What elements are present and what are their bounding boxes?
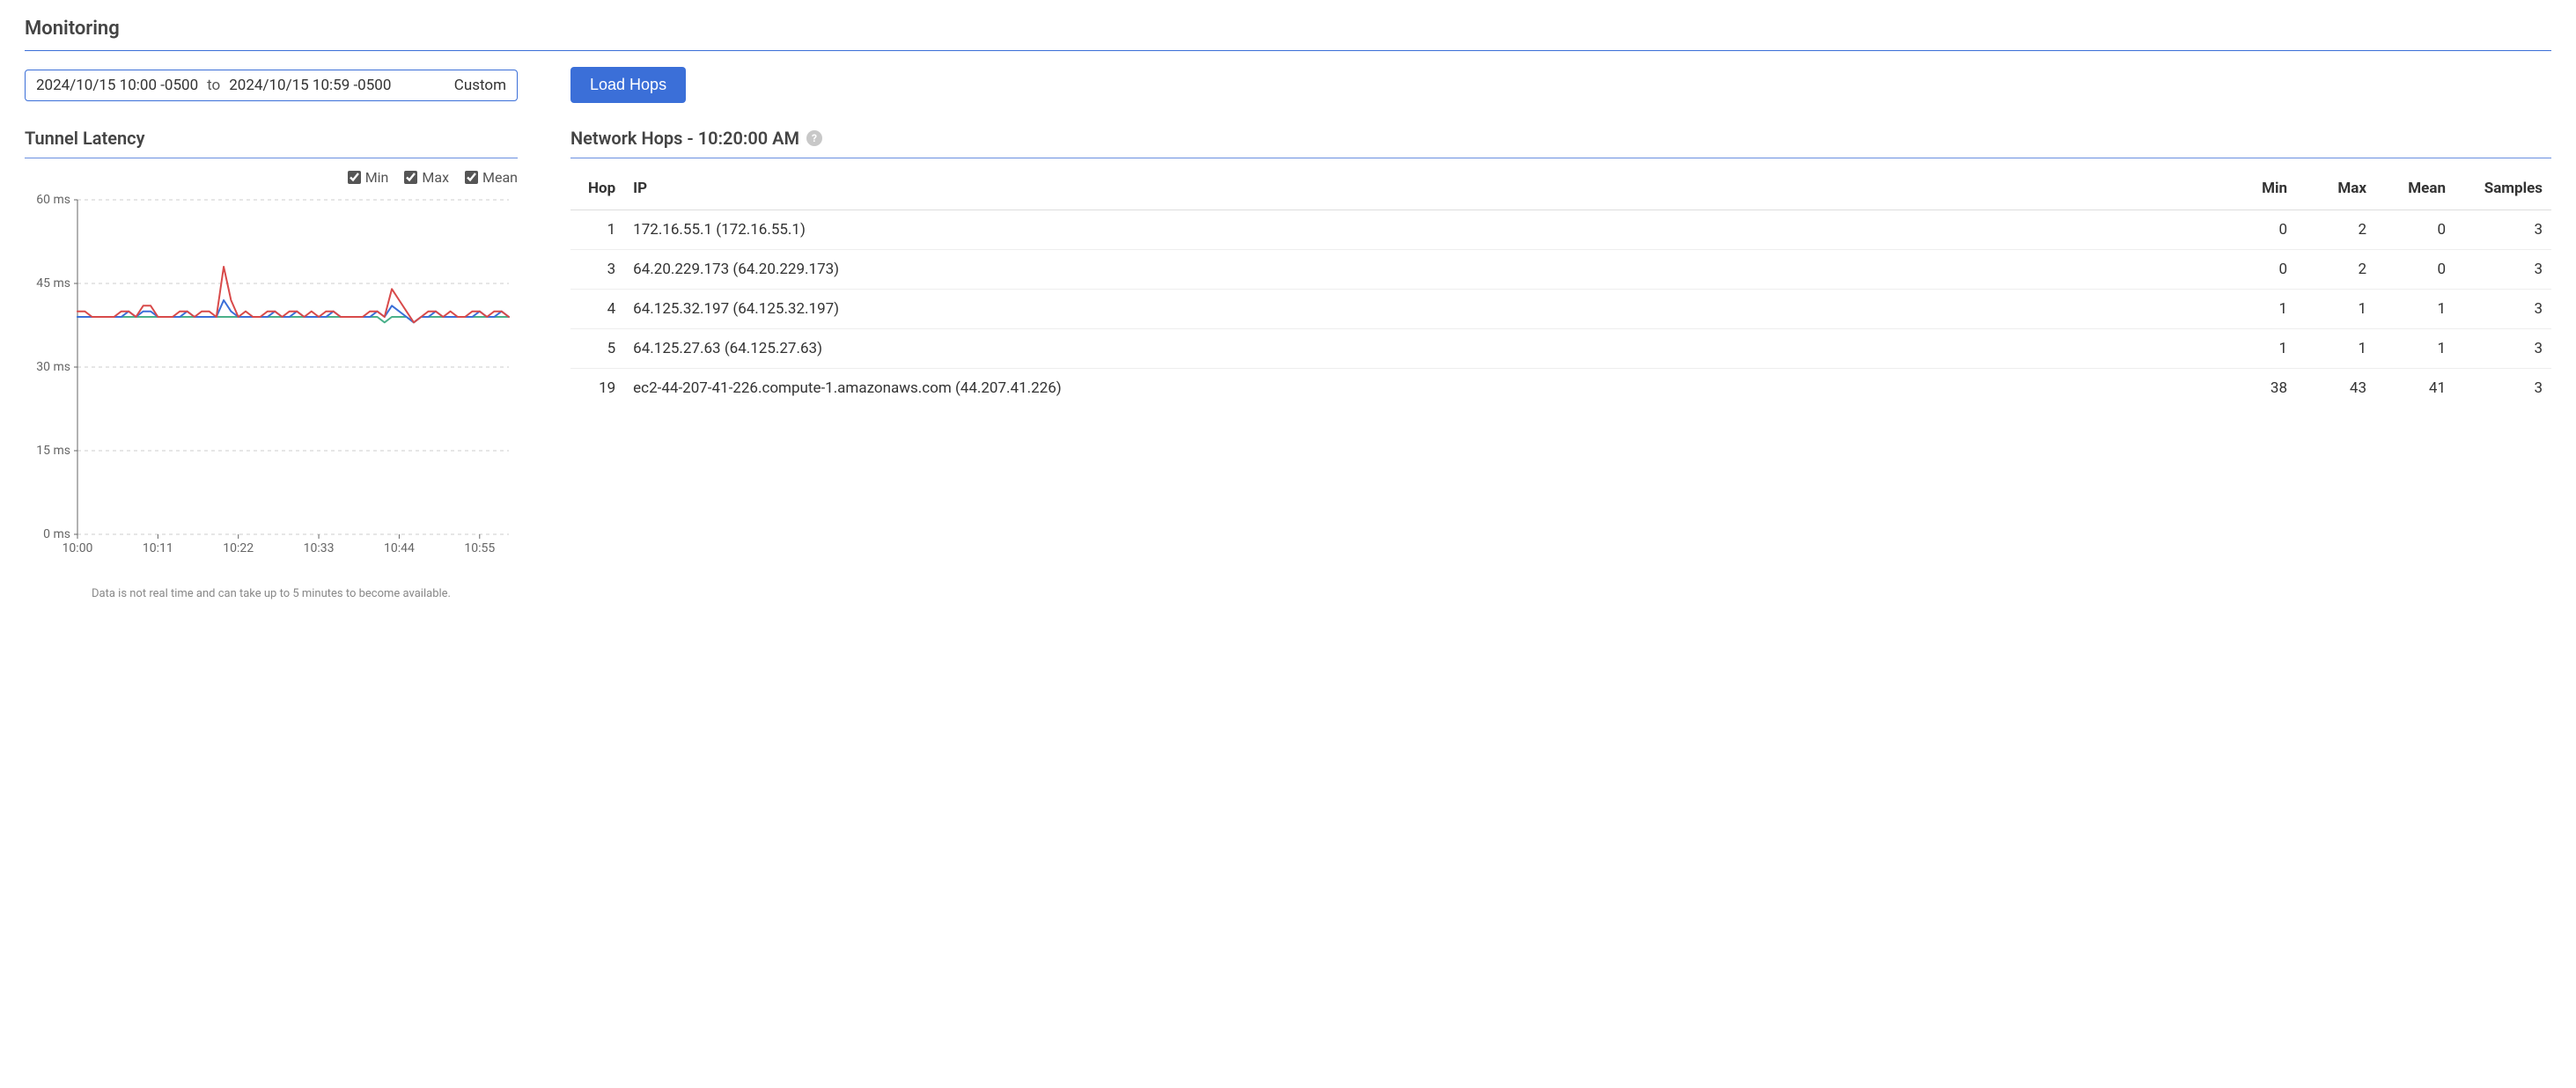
legend-min-checkbox[interactable] — [348, 171, 361, 184]
help-icon[interactable]: ? — [806, 130, 822, 146]
table-row: 564.125.27.63 (64.125.27.63)1113 — [570, 329, 2551, 369]
table-row: 19ec2-44-207-41-226.compute-1.amazonaws.… — [570, 369, 2551, 408]
cell-max: 1 — [2296, 329, 2375, 369]
svg-text:0 ms: 0 ms — [43, 527, 70, 541]
legend-min-toggle[interactable]: Min — [348, 169, 389, 186]
network-hops-table: Hop IP Min Max Mean Samples 1172.16.55.1… — [570, 169, 2551, 408]
col-samples: Samples — [2455, 169, 2551, 210]
page-title: Monitoring — [25, 18, 2551, 40]
date-range-from: 2024/10/15 10:00 -0500 — [36, 77, 198, 94]
cell-samples: 3 — [2455, 369, 2551, 408]
svg-text:10:11: 10:11 — [143, 541, 173, 555]
cell-min: 38 — [2217, 369, 2296, 408]
legend-min-label: Min — [365, 169, 389, 186]
svg-text:60 ms: 60 ms — [36, 193, 70, 207]
col-min: Min — [2217, 169, 2296, 210]
cell-ip: ec2-44-207-41-226.compute-1.amazonaws.co… — [624, 369, 2217, 408]
toolbar: 2024/10/15 10:00 -0500 to 2024/10/15 10:… — [25, 67, 2551, 103]
cell-ip: 64.125.27.63 (64.125.27.63) — [624, 329, 2217, 369]
load-hops-button[interactable]: Load Hops — [570, 67, 686, 103]
tunnel-latency-chart: Min Max Mean 0 ms 15 ms 30 ms 45 ms 60 ms 10:… — [25, 169, 518, 600]
cell-samples: 3 — [2455, 290, 2551, 329]
table-row: 464.125.32.197 (64.125.32.197)1113 — [570, 290, 2551, 329]
svg-text:10:22: 10:22 — [223, 541, 254, 555]
chart-note: Data is not real time and can take up to… — [25, 587, 518, 600]
cell-max: 43 — [2296, 369, 2375, 408]
table-row: 364.20.229.173 (64.20.229.173)0203 — [570, 250, 2551, 290]
date-range-separator: to — [207, 77, 220, 94]
cell-min: 1 — [2217, 329, 2296, 369]
date-range-picker[interactable]: 2024/10/15 10:00 -0500 to 2024/10/15 10:… — [25, 70, 518, 101]
svg-text:10:44: 10:44 — [384, 541, 415, 555]
cell-hop: 19 — [570, 369, 624, 408]
cell-ip: 64.20.229.173 (64.20.229.173) — [624, 250, 2217, 290]
cell-mean: 41 — [2375, 369, 2455, 408]
legend-mean-checkbox[interactable] — [465, 171, 478, 184]
page-divider — [25, 50, 2551, 51]
tunnel-latency-title: Tunnel Latency — [25, 128, 518, 149]
table-row: 1172.16.55.1 (172.16.55.1)0203 — [570, 210, 2551, 250]
network-hops-title: Network Hops - 10:20:00 AM ? — [570, 128, 2551, 149]
cell-min: 0 — [2217, 210, 2296, 250]
cell-mean: 1 — [2375, 290, 2455, 329]
legend-max-checkbox[interactable] — [404, 171, 417, 184]
svg-text:10:33: 10:33 — [304, 541, 335, 555]
chart-legend: Min Max Mean — [25, 169, 518, 186]
cell-samples: 3 — [2455, 210, 2551, 250]
col-max: Max — [2296, 169, 2375, 210]
cell-hop: 4 — [570, 290, 624, 329]
date-range-mode: Custom — [454, 77, 506, 94]
legend-max-label: Max — [422, 169, 449, 186]
chart-canvas[interactable]: 0 ms 15 ms 30 ms 45 ms 60 ms 10:00 10:11 10:22 1… — [25, 191, 518, 561]
cell-hop: 5 — [570, 329, 624, 369]
svg-text:10:00: 10:00 — [63, 541, 93, 555]
cell-mean: 0 — [2375, 250, 2455, 290]
cell-mean: 0 — [2375, 210, 2455, 250]
cell-hop: 3 — [570, 250, 624, 290]
date-range-to: 2024/10/15 10:59 -0500 — [229, 77, 391, 94]
svg-text:45 ms: 45 ms — [36, 276, 70, 290]
cell-ip: 172.16.55.1 (172.16.55.1) — [624, 210, 2217, 250]
cell-samples: 3 — [2455, 250, 2551, 290]
cell-hop: 1 — [570, 210, 624, 250]
cell-samples: 3 — [2455, 329, 2551, 369]
cell-max: 1 — [2296, 290, 2375, 329]
legend-max-toggle[interactable]: Max — [404, 169, 449, 186]
cell-min: 0 — [2217, 250, 2296, 290]
cell-mean: 1 — [2375, 329, 2455, 369]
col-ip: IP — [624, 169, 2217, 210]
legend-mean-toggle[interactable]: Mean — [465, 169, 518, 186]
cell-ip: 64.125.32.197 (64.125.32.197) — [624, 290, 2217, 329]
svg-text:30 ms: 30 ms — [36, 360, 70, 374]
col-hop: Hop — [570, 169, 624, 210]
cell-max: 2 — [2296, 210, 2375, 250]
svg-text:10:55: 10:55 — [464, 541, 495, 555]
cell-max: 2 — [2296, 250, 2375, 290]
legend-mean-label: Mean — [482, 169, 518, 186]
svg-text:15 ms: 15 ms — [36, 444, 70, 458]
col-mean: Mean — [2375, 169, 2455, 210]
cell-min: 1 — [2217, 290, 2296, 329]
